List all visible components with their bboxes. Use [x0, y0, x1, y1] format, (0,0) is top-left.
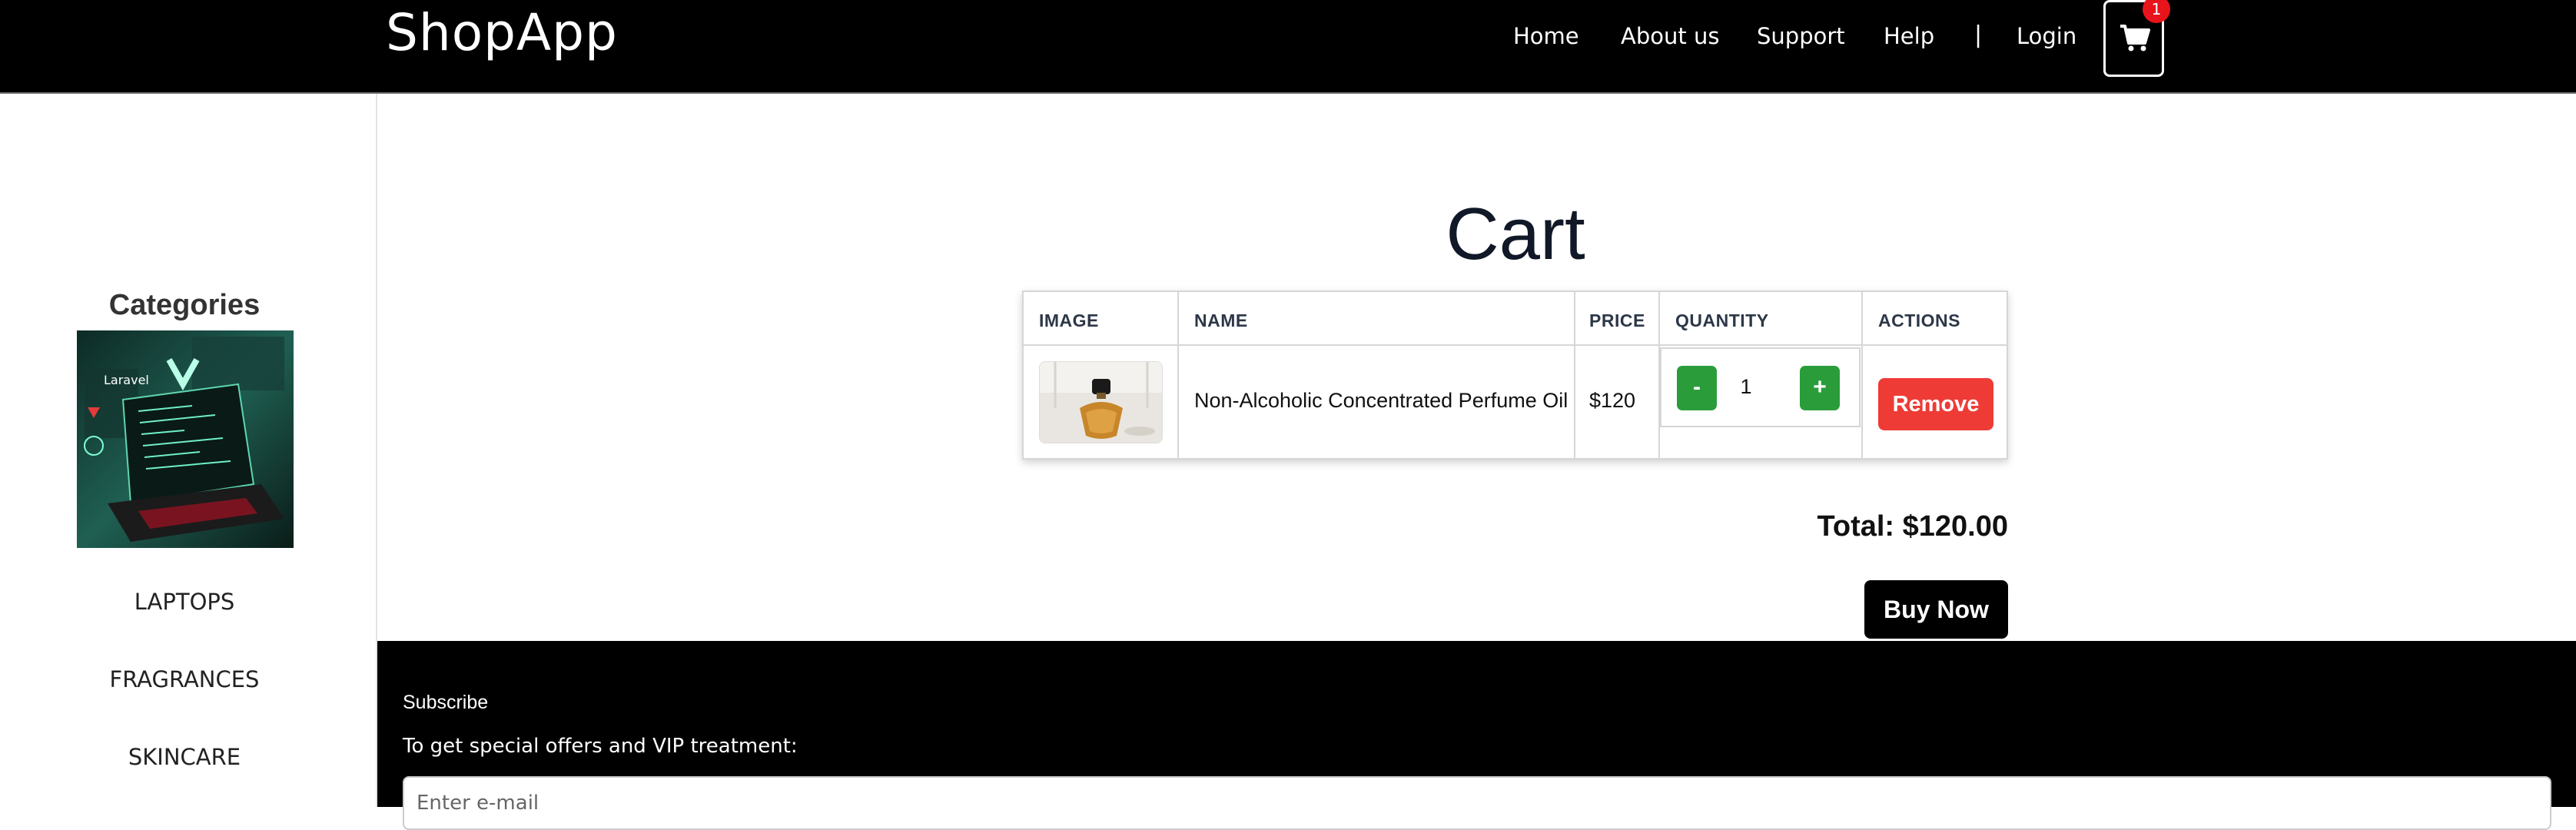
column-divider: [1177, 292, 1179, 458]
decrement-button[interactable]: -: [1677, 366, 1717, 410]
top-navbar: ShopApp Home About us Support Help | Log…: [0, 0, 2576, 94]
column-header-actions: ACTIONS: [1878, 310, 1960, 330]
shopping-cart-icon: [2120, 25, 2150, 51]
column-divider: [1861, 292, 1863, 458]
column-header-price: PRICE: [1589, 310, 1645, 330]
nav-home[interactable]: Home: [1513, 23, 1579, 49]
quantity-value: 1: [1740, 375, 1752, 398]
cart-count-badge: 1: [2143, 0, 2170, 23]
column-header-image: IMAGE: [1039, 310, 1099, 330]
nav-about[interactable]: About us: [1621, 23, 1719, 49]
category-fragrances[interactable]: FRAGRANCES: [0, 666, 369, 692]
nav-separator: |: [1974, 22, 1983, 48]
product-image[interactable]: [1039, 361, 1163, 443]
column-header-quantity: QUANTITY: [1675, 310, 1769, 330]
column-divider: [1574, 292, 1575, 458]
nav-support[interactable]: Support: [1757, 23, 1845, 49]
svg-text:Laravel: Laravel: [104, 373, 149, 387]
product-name: Non-Alcoholic Concentrated Perfume Oil: [1194, 389, 1569, 412]
increment-button[interactable]: +: [1800, 366, 1840, 410]
category-banner-image: Laravel: [77, 330, 294, 548]
subscribe-text: To get special offers and VIP treatment:: [403, 735, 798, 758]
category-skincare[interactable]: SKINCARE: [0, 744, 369, 770]
column-header-name: NAME: [1194, 310, 1248, 330]
subscribe-title: Subscribe: [403, 692, 489, 713]
footer: Subscribe To get special offers and VIP …: [377, 641, 2576, 830]
remove-button[interactable]: Remove: [1878, 378, 1993, 430]
sidebar: Categories Laravel LAPTOPS FRAGRANCES SK…: [0, 94, 377, 807]
logo[interactable]: ShopApp: [386, 3, 618, 62]
product-price: $120: [1589, 389, 1636, 412]
table-header: IMAGE NAME PRICE QUANTITY ACTIONS: [1024, 292, 2007, 346]
nav-help[interactable]: Help: [1884, 23, 1934, 49]
nav-login[interactable]: Login: [2017, 23, 2076, 49]
category-laptops[interactable]: LAPTOPS: [0, 589, 369, 615]
email-field[interactable]: [403, 776, 2551, 830]
categories-title: Categories: [108, 289, 261, 321]
cart-table: IMAGE NAME PRICE QUANTITY ACTIONS Non-Al…: [1022, 290, 2008, 460]
buy-now-button[interactable]: Buy Now: [1864, 580, 2008, 639]
cart-total: Total: $120.00: [1817, 510, 2008, 543]
page-title: Cart: [1446, 193, 1585, 275]
